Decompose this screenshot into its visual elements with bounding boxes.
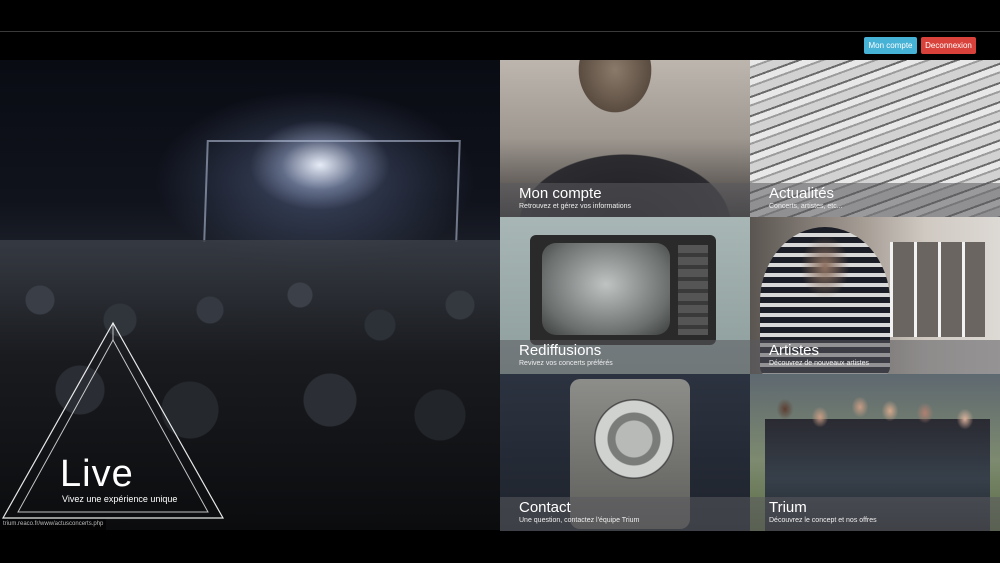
- tile-artists[interactable]: Artistes Découvrez de nouveaux artistes: [750, 217, 1000, 374]
- tile-replays[interactable]: Rediffusions Revivez vos concerts préfér…: [500, 217, 750, 374]
- tile-subtitle: Découvrez le concept et nos offres: [769, 517, 877, 524]
- hero-subtitle: Vivez une expérience unique: [62, 494, 178, 504]
- tile-title: Rediffusions: [519, 342, 602, 359]
- tile-title: Contact: [519, 499, 571, 516]
- tile-trium[interactable]: Trium Découvrez le concept et nos offres: [750, 374, 1000, 531]
- tile-title: Actualités: [769, 185, 835, 202]
- tile-news[interactable]: Actualités Concerts, artistes, etc...: [750, 60, 1000, 217]
- tile-title: Mon compte: [519, 185, 602, 202]
- tile-subtitle: Découvrez de nouveaux artistes: [769, 360, 869, 367]
- tile-title: Artistes: [769, 342, 820, 359]
- hero-live[interactable]: Live Vivez une expérience unique: [0, 60, 500, 530]
- tile-title: Trium: [769, 499, 807, 516]
- tile-subtitle: Concerts, artistes, etc...: [769, 203, 843, 210]
- live-logo: Live Vivez une expérience unique: [0, 60, 500, 530]
- tile-subtitle: Une question, contactez l'équipe Trium: [519, 517, 640, 524]
- hero-title: Live: [60, 453, 134, 495]
- logout-button[interactable]: Deconnexion: [921, 37, 976, 54]
- tile-account[interactable]: Mon compte Retrouvez et gérez vos inform…: [500, 60, 750, 217]
- account-button[interactable]: Mon compte: [864, 37, 917, 54]
- header-divider: [0, 31, 1000, 32]
- status-bar-url: trium.reaco.fr/www/actusconcerts.php: [0, 519, 107, 530]
- tile-subtitle: Revivez vos concerts préférés: [519, 360, 613, 367]
- tile-contact[interactable]: Contact Une question, contactez l'équipe…: [500, 374, 750, 531]
- tile-subtitle: Retrouvez et gérez vos informations: [519, 203, 632, 210]
